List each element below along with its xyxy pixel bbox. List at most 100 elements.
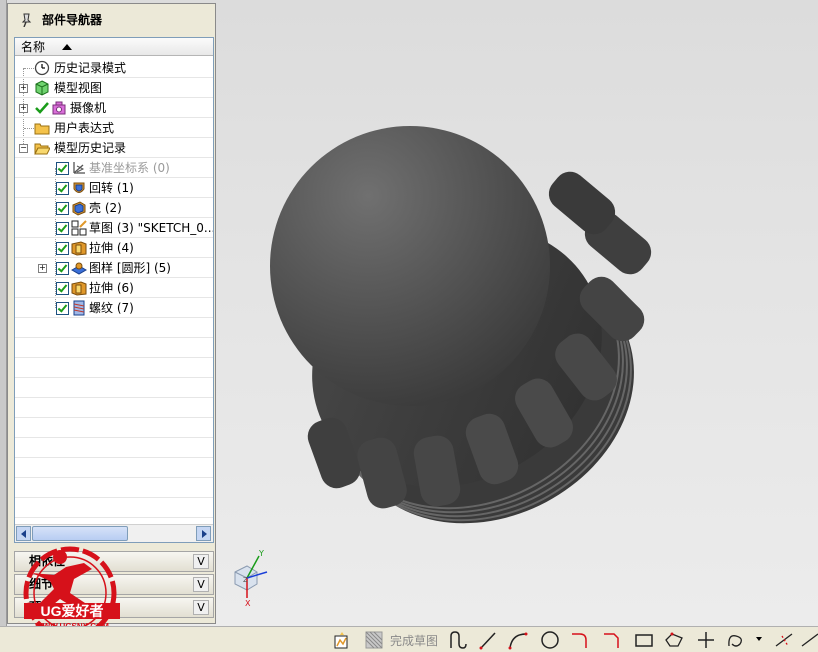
folder-icon bbox=[34, 123, 50, 135]
triad-x-label: X bbox=[245, 599, 251, 606]
tree-row[interactable]: + 摄像机 bbox=[15, 98, 213, 118]
tree-row-label: 拉伸 (6) bbox=[89, 281, 134, 295]
tree-row[interactable]: 拉伸 (6) bbox=[15, 278, 213, 298]
3d-model[interactable] bbox=[262, 118, 702, 550]
expand-icon[interactable]: + bbox=[38, 264, 47, 273]
pattern-icon bbox=[71, 262, 87, 275]
tree-row[interactable]: 基准坐标系 (0) bbox=[15, 158, 213, 178]
polygon-icon[interactable] bbox=[664, 630, 684, 650]
tree-row-label: 草图 (3) "SKETCH_0... bbox=[89, 221, 213, 235]
empty-row bbox=[15, 378, 213, 398]
datum-csys-icon bbox=[73, 162, 85, 174]
point-icon[interactable] bbox=[696, 630, 716, 650]
profile-icon[interactable] bbox=[448, 630, 468, 650]
visibility-checkbox[interactable] bbox=[56, 222, 69, 235]
chevron-down-icon[interactable]: V bbox=[193, 600, 209, 615]
navigator-title-bar: 部件导航器 bbox=[8, 4, 215, 36]
tree-row-label: 历史记录模式 bbox=[54, 61, 127, 75]
tree-row-label: 图样 [圆形] (5) bbox=[89, 261, 171, 275]
chevron-down-icon[interactable]: V bbox=[193, 577, 209, 592]
name-column-header[interactable]: 名称 bbox=[15, 38, 213, 56]
visibility-checkbox[interactable] bbox=[56, 302, 69, 315]
tree-row-label: 模型视图 bbox=[54, 81, 103, 95]
extrude-icon bbox=[71, 281, 87, 296]
sketch-icon bbox=[71, 220, 87, 236]
visibility-checkbox[interactable] bbox=[56, 242, 69, 255]
tree-row-label: 壳 (2) bbox=[89, 201, 122, 215]
tree-row-label: 模型历史记录 bbox=[54, 141, 127, 155]
scroll-left-button[interactable] bbox=[16, 526, 31, 541]
thread-icon bbox=[73, 300, 85, 316]
model-view-icon bbox=[35, 80, 49, 96]
empty-row bbox=[15, 318, 213, 338]
pin-icon[interactable] bbox=[20, 13, 32, 27]
empty-row bbox=[15, 358, 213, 378]
folder-open-icon bbox=[34, 143, 50, 155]
visibility-checkbox[interactable] bbox=[56, 162, 69, 175]
chevron-down-icon[interactable]: V bbox=[193, 554, 209, 569]
visibility-checkbox[interactable] bbox=[56, 202, 69, 215]
empty-row bbox=[15, 498, 213, 518]
scroll-right-button[interactable] bbox=[196, 526, 211, 541]
visibility-checkbox[interactable] bbox=[56, 282, 69, 295]
line-icon[interactable] bbox=[478, 630, 498, 650]
empty-row bbox=[15, 478, 213, 498]
tree-row-label: 拉伸 (4) bbox=[89, 241, 134, 255]
circle-icon[interactable] bbox=[540, 630, 560, 650]
tree-row-label: 螺纹 (7) bbox=[89, 301, 134, 315]
triad-z-label: Z bbox=[243, 576, 248, 584]
tree-row[interactable]: 壳 (2) bbox=[15, 198, 213, 218]
tree-row-label: 基准坐标系 (0) bbox=[89, 161, 170, 175]
studio-spline-icon[interactable] bbox=[726, 630, 746, 650]
visibility-checkbox[interactable] bbox=[56, 262, 69, 275]
left-edge-toolbar bbox=[0, 0, 7, 626]
extend-icon[interactable] bbox=[800, 630, 818, 650]
tree-row[interactable]: 拉伸 (4) bbox=[15, 238, 213, 258]
triad-y-label: Y bbox=[258, 549, 264, 558]
scroll-thumb[interactable] bbox=[32, 526, 128, 541]
trim-icon[interactable] bbox=[774, 630, 794, 650]
tree-row[interactable]: + 模型视图 bbox=[15, 78, 213, 98]
shell-icon bbox=[72, 201, 86, 216]
empty-row bbox=[15, 458, 213, 478]
rectangle-icon[interactable] bbox=[634, 630, 654, 650]
dropdown-arrow-icon[interactable] bbox=[756, 637, 762, 641]
sort-ascending-icon bbox=[62, 44, 72, 50]
visibility-checkbox[interactable] bbox=[56, 182, 69, 195]
navigator-title: 部件导航器 bbox=[42, 13, 103, 27]
chamfer-icon[interactable] bbox=[602, 630, 622, 650]
arc-icon[interactable] bbox=[508, 630, 528, 650]
fillet-icon[interactable] bbox=[570, 630, 590, 650]
collapse-icon[interactable]: − bbox=[19, 144, 28, 153]
camera-icon bbox=[52, 101, 66, 115]
tree-row-label: 用户表达式 bbox=[54, 121, 115, 135]
tree-row[interactable]: + 图样 [圆形] (5) bbox=[15, 258, 213, 278]
revolve-icon bbox=[73, 182, 85, 193]
tree-row[interactable]: 螺纹 (7) bbox=[15, 298, 213, 318]
part-navigator: 部件导航器 名称 历史记录模式 + 模型视图 + 摄像机 用户表达式 − 模型历… bbox=[7, 3, 216, 624]
clock-icon bbox=[34, 60, 50, 76]
tree-row[interactable]: 回转 (1) bbox=[15, 178, 213, 198]
tree-row[interactable]: 历史记录模式 bbox=[15, 58, 213, 78]
logo-brand-text: UG爱好者 bbox=[41, 603, 104, 619]
sketch-icon[interactable] bbox=[332, 630, 352, 650]
empty-row bbox=[15, 418, 213, 438]
check-mark-icon bbox=[35, 102, 49, 114]
empty-row bbox=[15, 398, 213, 418]
navigator-tree[interactable]: 名称 历史记录模式 + 模型视图 + 摄像机 用户表达式 − 模型历史记录 基准… bbox=[14, 37, 214, 543]
expand-icon[interactable]: + bbox=[19, 104, 28, 113]
orientation-triad: Y X Z bbox=[234, 549, 268, 606]
dome bbox=[270, 126, 550, 406]
tree-row[interactable]: 草图 (3) "SKETCH_0... bbox=[15, 218, 213, 238]
tree-row[interactable]: − 模型历史记录 bbox=[15, 138, 213, 158]
tree-row[interactable]: 用户表达式 bbox=[15, 118, 213, 138]
expand-icon[interactable]: + bbox=[19, 84, 28, 93]
horizontal-scrollbar[interactable] bbox=[15, 524, 213, 542]
sketch-toolbar: 完成草图 bbox=[0, 626, 818, 652]
tree-row-label: 回转 (1) bbox=[89, 181, 134, 195]
finish-sketch-icon[interactable] bbox=[364, 630, 384, 650]
finish-sketch-label[interactable]: 完成草图 bbox=[390, 632, 438, 649]
extrude-icon bbox=[71, 241, 87, 256]
tree-row-label: 摄像机 bbox=[70, 101, 107, 115]
empty-row bbox=[15, 438, 213, 458]
